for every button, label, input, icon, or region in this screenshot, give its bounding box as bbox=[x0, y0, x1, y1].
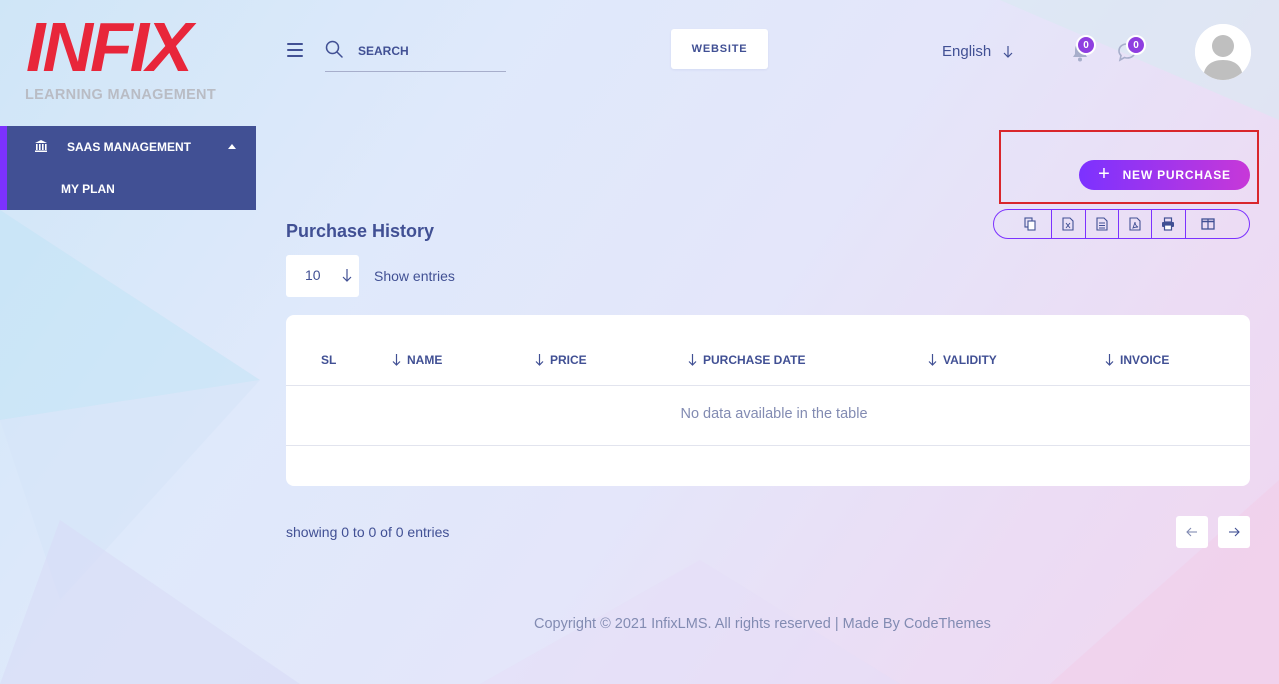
logo-wordmark: INFIX bbox=[26, 8, 193, 86]
next-page-button[interactable] bbox=[1218, 516, 1250, 548]
arrow-down-icon bbox=[342, 269, 352, 282]
bank-icon bbox=[35, 140, 47, 152]
arrow-left-icon bbox=[1186, 527, 1197, 537]
show-entries-label: Show entries bbox=[374, 268, 455, 284]
previous-page-button[interactable] bbox=[1176, 516, 1208, 548]
language-selector[interactable]: English bbox=[942, 43, 1013, 60]
plus-icon: + bbox=[1098, 163, 1111, 185]
sidebar-item-my-plan[interactable]: MY PLAN bbox=[61, 182, 115, 196]
website-button[interactable]: WEBSITE bbox=[671, 29, 768, 69]
print-button[interactable] bbox=[1152, 210, 1186, 238]
sort-arrow-icon bbox=[688, 354, 697, 366]
sort-arrow-icon bbox=[928, 354, 937, 366]
excel-icon bbox=[1062, 217, 1074, 231]
search-bar bbox=[325, 38, 506, 72]
arrow-right-icon bbox=[1229, 527, 1240, 537]
column-header-name[interactable]: NAME bbox=[392, 353, 442, 367]
avatar[interactable] bbox=[1195, 24, 1251, 80]
sidebar-active-indicator bbox=[0, 126, 7, 210]
user-silhouette-icon bbox=[1195, 24, 1251, 80]
messages-badge: 0 bbox=[1126, 35, 1146, 55]
page-title: Purchase History bbox=[286, 221, 435, 241]
excel-button[interactable] bbox=[1052, 210, 1086, 238]
csv-button[interactable] bbox=[1086, 210, 1119, 238]
logo-subtitle: LEARNING MANAGEMENT bbox=[25, 87, 216, 103]
column-header-validity[interactable]: VALIDITY bbox=[928, 353, 997, 367]
caret-up-icon bbox=[228, 144, 236, 149]
column-header-sl[interactable]: SL bbox=[321, 353, 336, 367]
export-button-group bbox=[993, 209, 1250, 239]
new-purchase-label: NEW PURCHASE bbox=[1122, 168, 1231, 182]
sidebar-item-saas-management[interactable]: SAAS MANAGEMENT bbox=[7, 126, 256, 168]
print-icon bbox=[1162, 217, 1175, 231]
entries-select[interactable]: 10 bbox=[286, 255, 359, 297]
csv-icon bbox=[1096, 217, 1108, 231]
language-label: English bbox=[942, 43, 992, 60]
columns-button[interactable] bbox=[1186, 210, 1249, 238]
table-row-divider bbox=[286, 445, 1250, 446]
columns-icon bbox=[1201, 218, 1215, 230]
column-header-price[interactable]: PRICE bbox=[535, 353, 587, 367]
new-purchase-button[interactable]: + NEW PURCHASE bbox=[1079, 160, 1250, 190]
sort-arrow-icon bbox=[535, 354, 544, 366]
pdf-button[interactable] bbox=[1119, 210, 1153, 238]
sidebar-menu: SAAS MANAGEMENT MY PLAN bbox=[0, 126, 256, 210]
pdf-icon bbox=[1129, 217, 1141, 231]
copy-icon bbox=[1024, 217, 1036, 231]
notifications-badge: 0 bbox=[1076, 35, 1096, 55]
arrow-down-icon bbox=[1003, 45, 1013, 58]
column-header-invoice[interactable]: INVOICE bbox=[1105, 353, 1169, 367]
pagination-info: showing 0 to 0 of 0 entries bbox=[286, 524, 450, 540]
column-header-purchase-date[interactable]: PURCHASE DATE bbox=[688, 353, 805, 367]
sort-arrow-icon bbox=[1105, 354, 1114, 366]
app-logo[interactable]: INFIX LEARNING MANAGEMENT bbox=[24, 12, 234, 104]
footer-copyright: Copyright © 2021 InfixLMS. All rights re… bbox=[534, 616, 991, 632]
menu-toggle-icon[interactable] bbox=[287, 43, 303, 57]
table-header-divider bbox=[286, 385, 1250, 386]
search-icon[interactable] bbox=[325, 40, 343, 58]
sidebar-item-label: SAAS MANAGEMENT bbox=[67, 140, 192, 154]
entries-value: 10 bbox=[305, 267, 321, 283]
purchase-history-table: SL NAME PRICE PURCHASE DATE VALIDITY INV… bbox=[286, 315, 1250, 486]
search-input[interactable] bbox=[358, 42, 503, 60]
sort-arrow-icon bbox=[392, 354, 401, 366]
empty-table-message: No data available in the table bbox=[680, 406, 868, 422]
copy-button[interactable] bbox=[994, 210, 1053, 238]
